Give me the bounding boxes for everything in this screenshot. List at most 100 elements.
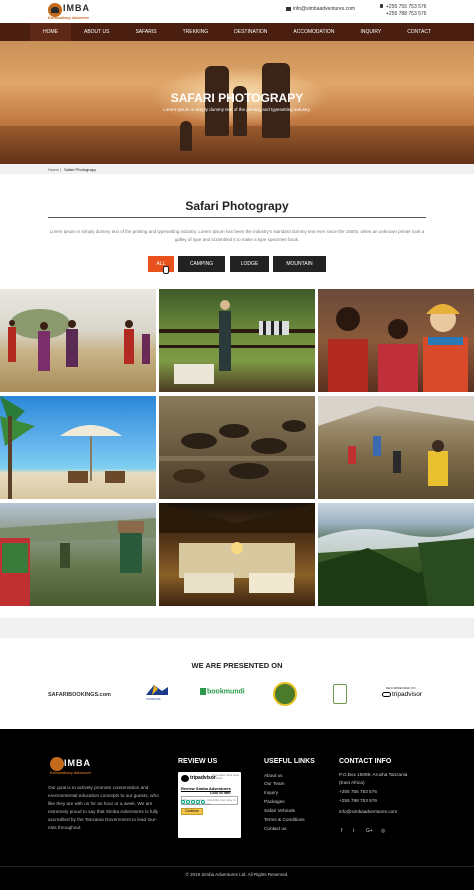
header-email-text: info@simbaadventures.com [293,6,356,12]
footer-link-team[interactable]: Our Team [264,781,285,786]
header-phone-2[interactable]: +255 788 753 576 [386,11,426,17]
site-logo[interactable]: IMBA Extraordinary Adventure [48,3,108,21]
nav-destination[interactable]: DESTINATION [221,23,280,41]
nav-accomodation[interactable]: ACCOMODATION [280,23,347,41]
header-email[interactable]: info@simbaadventures.com [286,6,355,12]
page-description: Lorem Ipsum is simply dummy text of the … [49,229,425,242]
top-bar: IMBA Extraordinary Adventure info@simbaa… [0,0,474,23]
partners-heading: WE ARE PRESENTED ON [191,661,283,670]
footer-region: (East Africa) [339,780,365,785]
footer-logo-tagline: Extraordinary Adventure [50,771,91,775]
gallery-photo-trek-hillside[interactable] [318,396,474,499]
filter-camping-button[interactable]: CAMPING [178,256,225,272]
main-nav: HOME ABOUT US SAFARIS TREKKING DESTINATI… [0,23,474,41]
tripadvisor-label: tripadvisor [392,691,422,698]
logo-text: IMBA [63,3,90,13]
rating-bubble-icon[interactable] [201,800,205,804]
partner-tripadvisor[interactable]: RECOMMENDED ON tripadvisor [382,686,426,702]
footer-logo-text: IMBA [64,758,91,768]
rating-bubble-icon[interactable] [191,800,195,804]
breadcrumb-current: Safari Photograpy [64,167,97,172]
gallery-photo-lodge-zebra[interactable] [159,289,315,392]
gallery-photo-tent-interior[interactable] [159,503,315,606]
breadcrumb-home[interactable]: Home [48,167,59,172]
filter-mountain-button[interactable]: MOUNTAIN [273,256,326,272]
review-widget-subtitle: Click to rate: [210,791,232,795]
footer-about-text: Our goal is to actively promote conserva… [48,785,159,830]
footer-phone-1[interactable]: +255 755 753 576 [339,789,377,794]
partner-tanzania[interactable]: TANZANIA [144,683,170,701]
hero-title: SAFARI PHOTOGRAPY [170,91,304,105]
gallery-photo-wildebeest-migration[interactable] [159,396,315,499]
lion-logo-icon [48,3,62,17]
useful-links-heading: USEFUL LINKS [264,758,315,765]
gallery-photo-maasai-women[interactable] [318,289,474,392]
footer-link-inquiry[interactable]: Inquiry [264,790,278,795]
google-plus-icon[interactable]: G+ [366,828,373,834]
footer-logo[interactable]: IMBA Extraordinary Adventure [48,757,118,777]
footer-link-about[interactable]: About us [264,773,283,778]
tripadvisor-review-widget: tripadvisor Know better. Book better. Go… [178,772,241,838]
tanzania-label: TANZANIA [146,697,161,701]
rating-bubble-icon[interactable] [181,800,185,804]
review-continue-button[interactable]: Continue [181,808,203,815]
partner-shield-badge[interactable] [333,684,347,704]
maasai-walk-art [8,309,150,371]
logo-tagline: Extraordinary Adventure [48,16,89,20]
tent-interior-art [159,503,315,593]
footer-link-contact[interactable]: Contact us [264,826,286,831]
wildebeest-art [159,420,315,483]
gallery-photo-maasai-walk[interactable] [0,289,156,392]
nav-inquiry[interactable]: INQUIRY [347,23,394,41]
footer-link-terms[interactable]: Terms & Conditions [264,817,305,822]
footer-email[interactable]: info@simbaadventures.com [339,809,397,814]
rating-bubble-icon[interactable] [196,800,200,804]
footer-phone-2[interactable]: +255 788 753 576 [339,798,377,803]
nav-trekking[interactable]: TREKKING [170,23,222,41]
title-divider [48,217,426,218]
partner-bookmundi[interactable]: bookmundi [200,688,245,695]
footer-link-vehicals[interactable]: Safari Vehicals [264,808,295,813]
instagram-icon[interactable]: ◎ [381,828,385,834]
gallery-photo-forest-valley[interactable] [318,503,474,606]
copyright-text: © 2019 Simba Adventures Ltd. All Rights … [185,872,289,877]
gallery-photo-beach-umbrella[interactable] [0,396,156,499]
hero-subtitle: Lorem Ipsum is simply dummy text of the … [163,107,311,112]
footer-link-packages[interactable]: Packages [264,799,285,804]
nav-safaris[interactable]: SAFARIS [122,23,169,41]
footer-lion-logo-icon [50,757,64,771]
filter-lodge-button[interactable]: LODGE [230,256,269,272]
bookmundi-label: bookmundi [207,688,245,696]
partner-emblem-badge[interactable] [273,682,297,706]
photo-gallery [0,289,474,609]
review-widget-tagline: Know better. Book better. Go better. [212,774,240,780]
nav-contact[interactable]: CONTACT [394,23,444,41]
beach-umbrella-art [0,396,125,499]
rating-bubble-icon[interactable] [186,800,190,804]
partner-safaribookings[interactable]: SAFARIBOOKINGS.com [48,692,111,698]
page-title: Safari Photograpy [185,199,289,213]
nav-home[interactable]: HOME [30,23,71,41]
partners-row: SAFARIBOOKINGS.com TANZANIA bookmundi RE… [0,678,474,708]
gallery-bottom-band [0,618,474,638]
gallery-filters: ALL CAMPING LODGE MOUNTAIN [0,256,474,272]
nav-about-us[interactable]: ABOUT US [71,23,122,41]
mail-icon [286,6,291,11]
hero-figure-boy [180,121,192,151]
maasai-women-art [328,304,468,392]
tripadvisor-owl-icon [382,691,391,697]
porters-art [0,518,156,606]
review-heading: REVIEW US [178,758,218,765]
header-phones: +255 755 753 576 +255 788 753 576 [380,4,426,18]
twitter-icon[interactable]: t [353,828,354,834]
header-phone-1[interactable]: +255 755 753 576 [386,4,426,10]
gallery-photo-kilimanjaro-porters[interactable] [0,503,156,606]
breadcrumb-separator: | [60,167,62,172]
footer-address: P.O.Box 15099, Arusha Tanzania [339,772,408,777]
footer-divider [0,866,474,867]
contact-info-heading: CONTACT INFO [339,758,392,765]
facebook-icon[interactable]: f [341,828,342,834]
filter-all-button[interactable]: ALL [148,256,174,272]
rating-bubbles[interactable] [181,791,207,804]
tripadvisor-note: RECOMMENDED ON [386,686,416,690]
